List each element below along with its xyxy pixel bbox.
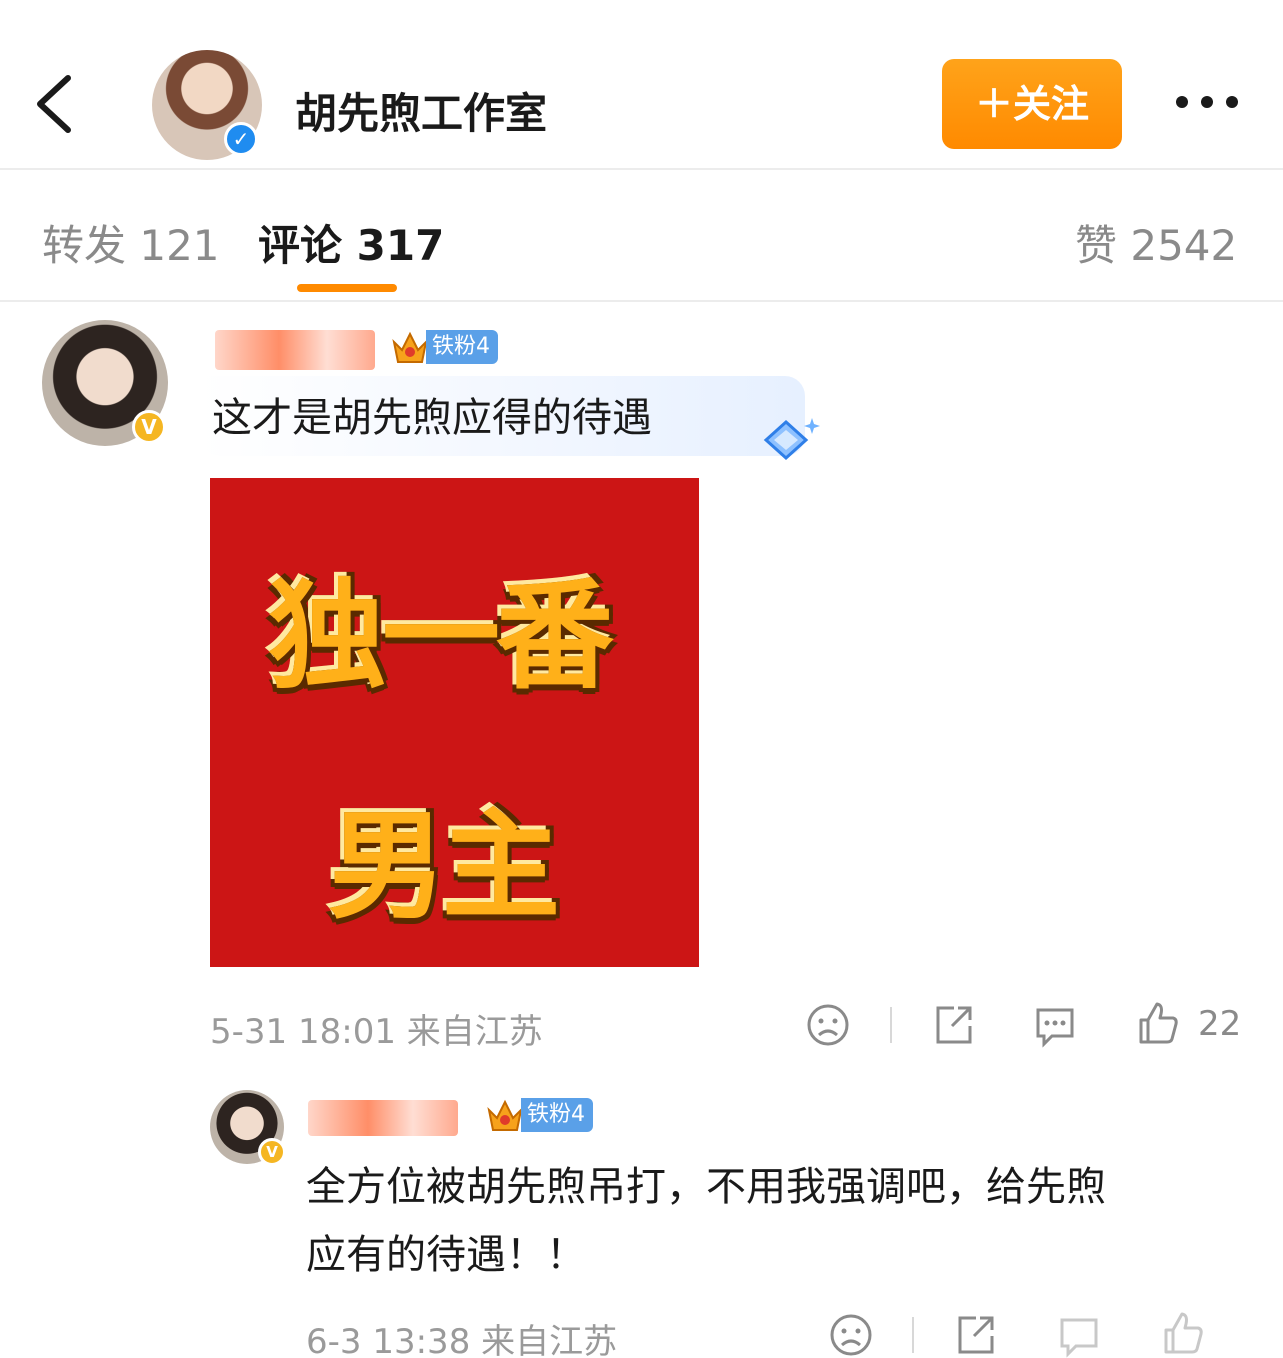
commenter-username-blurred[interactable] (215, 330, 375, 370)
action-divider (912, 1317, 914, 1353)
tab-comment[interactable]: 评论 317 (258, 212, 444, 273)
share-icon[interactable] (930, 1002, 976, 1048)
crown-icon (487, 1099, 523, 1131)
fan-badge-label: 铁粉4 (521, 1098, 593, 1132)
fan-level-badge: 铁粉4 (485, 1096, 593, 1134)
sticker-text-line1: 独一番 (268, 567, 614, 705)
action-divider (890, 1007, 892, 1043)
verified-gold-icon: V (132, 410, 166, 444)
follow-button[interactable]: ＋关注 (942, 59, 1122, 149)
verified-gold-icon: V (258, 1138, 286, 1166)
share-icon[interactable] (952, 1312, 998, 1358)
active-tab-indicator (297, 284, 397, 292)
top-bar: ✓ 胡先煦工作室 ＋关注 (0, 0, 1283, 170)
crown-icon (392, 331, 428, 363)
page-title: 胡先煦工作室 (295, 89, 548, 138)
like-thumb-icon[interactable] (1160, 1310, 1206, 1356)
tab-bar: 转发 121 评论 317 赞 2542 (0, 172, 1283, 302)
fan-level-badge: 铁粉4 (390, 328, 498, 366)
dislike-face-icon[interactable] (805, 1002, 851, 1048)
fan-badge-label: 铁粉4 (426, 330, 498, 364)
verified-blue-icon: ✓ (224, 122, 258, 156)
diamond-decoration-icon (763, 418, 820, 461)
more-options-icon[interactable] (1172, 80, 1242, 124)
reply-text-line1: 全方位被胡先煦吊打，不用我强调吧，给先煦 (306, 1164, 1106, 1210)
reply-text-line2: 应有的待遇！！ (306, 1232, 586, 1278)
reply-username-blurred[interactable] (308, 1100, 458, 1136)
like-count: 22 (1198, 1004, 1242, 1044)
comment-text: 这才是胡先煦应得的待遇 (212, 395, 652, 441)
back-arrow-icon[interactable] (30, 72, 80, 136)
reply-comment-icon[interactable] (1056, 1312, 1102, 1358)
reply-comment-icon[interactable] (1032, 1002, 1078, 1048)
tab-repost[interactable]: 转发 121 (42, 212, 220, 273)
tab-like[interactable]: 赞 2542 (1075, 212, 1237, 273)
sticker-image[interactable]: 独一番 男主 (210, 478, 699, 967)
sticker-text-line2: 男主 (328, 797, 560, 935)
reply-timestamp: 6-3 13:38 来自江苏 (306, 1322, 618, 1358)
comment-timestamp: 5-31 18:01 来自江苏 (210, 1012, 543, 1052)
dislike-face-icon[interactable] (828, 1312, 874, 1358)
like-thumb-icon[interactable] (1135, 1000, 1181, 1046)
